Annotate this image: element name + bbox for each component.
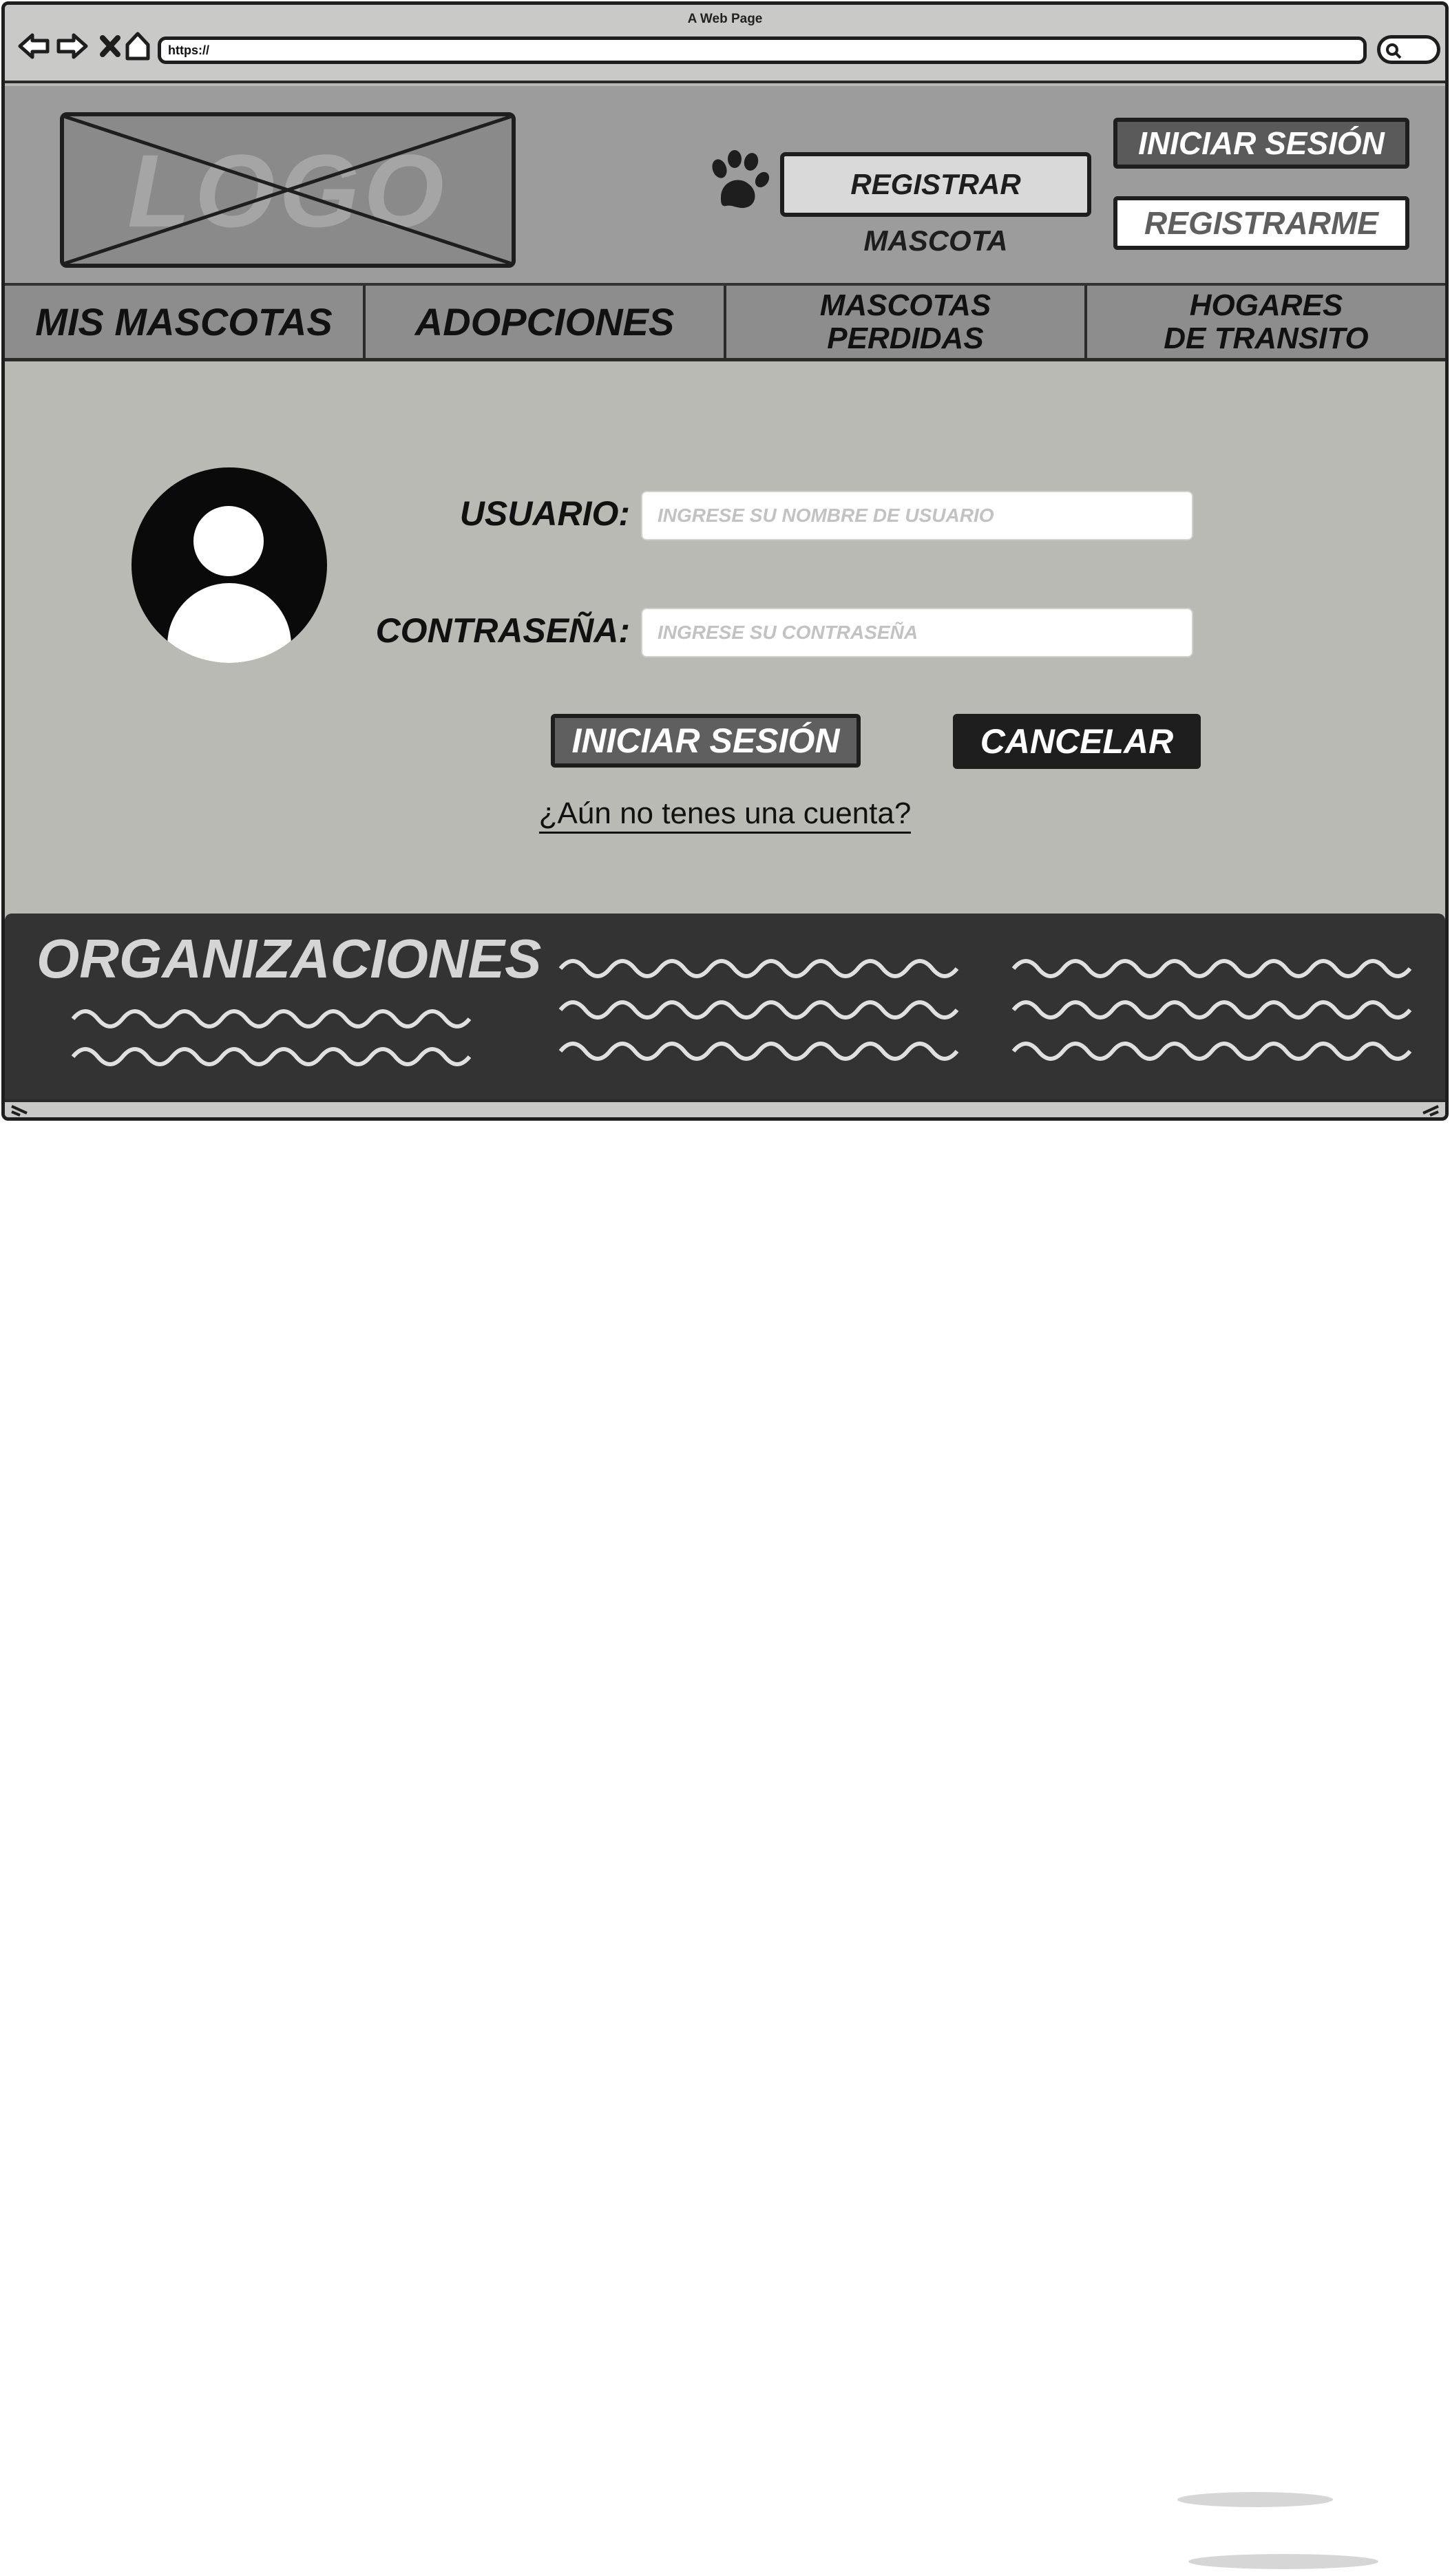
no-account-row: ¿Aún no tenes una cuenta?: [5, 796, 1445, 834]
home-icon[interactable]: [120, 28, 155, 64]
cancel-button[interactable]: CANCELAR: [953, 714, 1201, 769]
resize-icon[interactable]: [10, 1104, 31, 1117]
username-input[interactable]: [641, 491, 1193, 540]
username-label: USUARIO:: [459, 494, 630, 533]
nav-item-mascotas-perdidas[interactable]: MASCOTAS PERDIDAS: [726, 286, 1087, 358]
footer-placeholder-text-2: [558, 959, 959, 1061]
window-title: A Web Page: [687, 12, 763, 26]
signup-link[interactable]: ¿Aún no tenes una cuenta?: [538, 796, 912, 834]
nav-item-adopciones[interactable]: ADOPCIONES: [366, 286, 726, 358]
login-button[interactable]: INICIAR SESIÓN: [1113, 118, 1409, 169]
password-input[interactable]: [641, 608, 1193, 657]
browser-status-bar: [5, 1099, 1445, 1117]
decorative-scribble: [1188, 2554, 1378, 2569]
browser-search-button[interactable]: [1377, 35, 1440, 64]
nav-item-hogares-de-transito[interactable]: HOGARES DE TRANSITO: [1087, 286, 1445, 358]
address-bar[interactable]: https://: [158, 36, 1367, 64]
back-arrow-icon[interactable]: [17, 28, 52, 64]
nav-item-mis-mascotas[interactable]: MIS MASCOTAS: [5, 286, 366, 358]
forward-arrow-icon[interactable]: [54, 28, 89, 64]
user-avatar-icon: [132, 467, 327, 663]
site-header: LOGO REGISTRAR MASCOTA INICIAR SESIÓN RE…: [5, 86, 1445, 286]
footer-title: ORGANIZACIONES: [36, 928, 542, 989]
signup-button[interactable]: REGISTRARME: [1113, 196, 1409, 250]
register-pet-button[interactable]: REGISTRAR MASCOTA: [780, 152, 1091, 257]
browser-chrome: A Web Page https://: [5, 5, 1445, 83]
resize-icon[interactable]: [1419, 1104, 1440, 1117]
footer-placeholder-text-3: [1011, 959, 1412, 1061]
footer: ORGANIZACIONES: [5, 914, 1445, 1102]
submit-login-button[interactable]: INICIAR SESIÓN: [551, 714, 861, 768]
logo-placeholder[interactable]: LOGO: [60, 112, 516, 268]
decorative-scribble: [1177, 2492, 1333, 2507]
search-icon: [1386, 43, 1402, 59]
paw-icon: [706, 149, 770, 213]
footer-placeholder-text-1: [71, 1009, 472, 1066]
main-nav: MIS MASCOTAS ADOPCIONES MASCOTAS PERDIDA…: [5, 286, 1445, 361]
login-section: USUARIO: CONTRASEÑA: INICIAR SESIÓN CANC…: [5, 363, 1445, 914]
password-label: CONTRASEÑA:: [375, 611, 630, 650]
browser-window: A Web Page https:// LOGO: [1, 1, 1449, 1121]
